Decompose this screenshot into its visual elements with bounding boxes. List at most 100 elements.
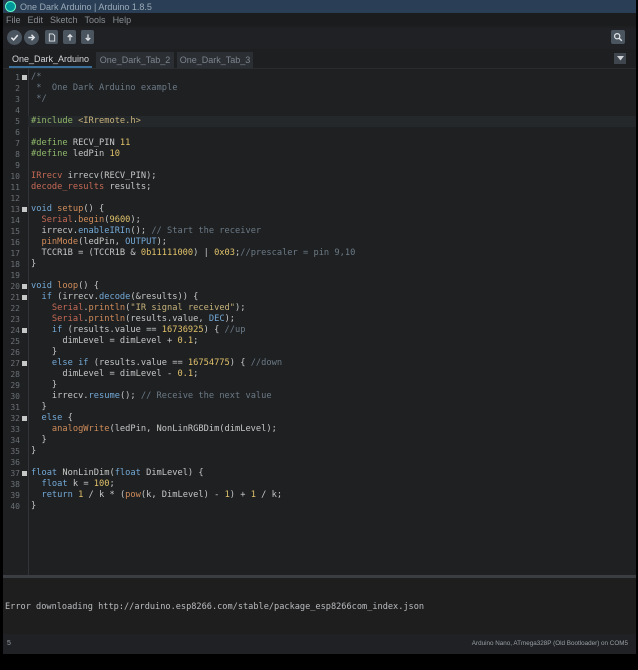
line-number: 26	[10, 348, 20, 357]
code-line: dimLevel = dimLevel + 0.1;	[28, 336, 636, 347]
code-token: dimLevel = dimLevel -	[31, 369, 178, 379]
code-token: ledPin	[72, 149, 110, 159]
line-number: 28	[10, 370, 20, 379]
arduino-app-icon	[5, 1, 16, 12]
line-number: 24	[10, 326, 20, 335]
code-token: //down	[250, 358, 283, 368]
line-number: 31	[10, 403, 20, 412]
tab-one-dark-tab-3[interactable]: One_Dark_Tab_3	[177, 52, 253, 68]
code-token: Serial	[51, 303, 84, 313]
code-token: else	[41, 413, 68, 423]
code-token: ) |	[193, 248, 215, 258]
code-token: #include	[31, 116, 79, 126]
code-line: TCCR1B = (TCCR1B & 0b11111000) | 0x03;//…	[28, 248, 636, 259]
fold-marker-icon[interactable]	[22, 361, 27, 366]
code-token: //prescaler = pin 9,10	[240, 248, 356, 258]
fold-marker-icon[interactable]	[22, 284, 27, 289]
code-token: TCCR1B = (TCCR1B &	[31, 248, 141, 258]
fold-marker-icon[interactable]	[22, 207, 27, 212]
code-editor[interactable]: 1 2 3 4 5 6 7 8 9 10 11 12 13 14 15 16 17 18 19 20 21 22 23 24 2…	[3, 68, 636, 576]
code-token: Serial	[51, 314, 84, 324]
fold-marker-icon[interactable]	[22, 471, 27, 476]
code-line: * One Dark Arduino example	[28, 83, 636, 94]
line-number: 13	[10, 205, 20, 214]
fold-marker-icon[interactable]	[22, 75, 27, 80]
upload-button[interactable]	[24, 30, 39, 45]
menu-help[interactable]: Help	[113, 15, 132, 25]
code-line: float k = 100;	[28, 479, 636, 490]
line-number: 12	[10, 194, 20, 203]
code-line: analogWrite(ledPin, NonLinRGBDim(dimLeve…	[28, 424, 636, 435]
code-token: // Receive the next value	[140, 391, 272, 401]
code-token: NonLinDim(	[62, 468, 115, 478]
code-line: }	[28, 435, 636, 446]
fold-marker-icon[interactable]	[22, 295, 27, 300]
code-token: 9600	[109, 215, 131, 225]
line-number: 18	[10, 260, 20, 269]
line-number: 14	[10, 216, 20, 225]
code-line: dimLevel = dimLevel - 0.1;	[28, 369, 636, 380]
tab-one-dark-tab-2[interactable]: One_Dark_Tab_2	[96, 52, 174, 68]
code-line: void setup() {	[28, 204, 636, 215]
code-token: println	[88, 314, 126, 324]
code-token: decode_results	[31, 182, 105, 192]
code-line: }	[28, 259, 636, 270]
fold-marker-icon[interactable]	[22, 416, 27, 421]
line-number: 38	[10, 480, 20, 489]
new-sketch-button[interactable]	[45, 30, 58, 44]
code-line: irrecv.resume(); // Receive the next val…	[28, 391, 636, 402]
menu-file[interactable]: File	[6, 15, 21, 25]
code-line: Serial.begin(9600);	[28, 215, 636, 226]
chevron-down-icon	[616, 56, 624, 61]
line-number: 9	[15, 161, 20, 170]
title-bar: One Dark Arduino | Arduino 1.8.5	[3, 0, 636, 13]
window-title: One Dark Arduino | Arduino 1.8.5	[20, 1, 152, 12]
code-token: begin	[78, 215, 105, 225]
code-token: */	[31, 94, 47, 104]
verify-button[interactable]	[7, 30, 22, 45]
line-number: 21	[10, 293, 20, 302]
line-number: 35	[10, 447, 20, 456]
status-bar: 5 Arduino Nano, ATmega328P (Old Bootload…	[3, 634, 636, 654]
code-token: void	[31, 204, 58, 214]
code-token: (irrecv.	[57, 292, 100, 302]
code-token: (results.value ==	[67, 325, 162, 335]
line-number: 22	[10, 304, 20, 313]
code-token: k =	[72, 479, 94, 489]
tab-one-dark-arduino[interactable]: One_Dark_Arduino	[9, 52, 92, 68]
line-number: 2	[15, 84, 20, 93]
code-token: () {	[83, 204, 105, 214]
code-token: );	[130, 215, 141, 225]
save-sketch-button[interactable]	[81, 30, 94, 44]
line-number: 25	[10, 337, 20, 346]
open-sketch-button[interactable]	[63, 30, 76, 44]
code-token: }	[31, 446, 37, 456]
tab-menu-button[interactable]	[614, 53, 626, 64]
line-number: 32	[10, 414, 20, 423]
menu-edit[interactable]: Edit	[28, 15, 44, 25]
code-token: ();	[130, 226, 152, 236]
new-icon	[48, 32, 55, 42]
fold-marker-icon[interactable]	[22, 328, 27, 333]
menu-tools[interactable]: Tools	[85, 15, 106, 25]
menu-sketch[interactable]: Sketch	[50, 15, 78, 25]
serial-monitor-button[interactable]	[611, 30, 625, 44]
line-number: 3	[15, 95, 20, 104]
serial-monitor-icon	[613, 32, 623, 42]
code-token: (results.value,	[125, 314, 209, 324]
code-area[interactable]: /* * One Dark Arduino example */ #include…	[28, 69, 636, 576]
line-number: 33	[10, 425, 20, 434]
code-line: }	[28, 380, 636, 391]
code-token: }	[31, 402, 47, 412]
code-token: setup	[57, 204, 84, 214]
open-icon	[66, 33, 73, 41]
